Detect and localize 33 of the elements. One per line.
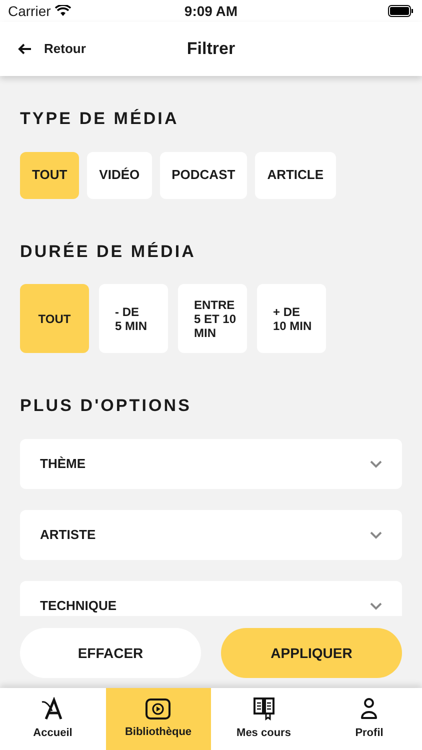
page-title: Filtrer	[186, 38, 236, 60]
battery-icon	[388, 5, 414, 17]
play-icon	[145, 698, 172, 720]
status-time: 9:09 AM	[184, 2, 238, 20]
media-type-chip[interactable]: TOUT	[20, 152, 80, 198]
tab-bar-item[interactable]: Bibliothèque	[106, 688, 211, 750]
dropdown-field[interactable]: TECHNIQUE	[20, 580, 402, 616]
tab-bar-item[interactable]: Profil	[316, 688, 422, 750]
chevron-down-icon	[370, 530, 382, 538]
media-type-chip[interactable]: PODCAST	[160, 152, 248, 198]
back-button[interactable]: Retour	[18, 39, 86, 59]
media-type-chip[interactable]: ARTICLE	[255, 152, 336, 198]
apply-button[interactable]: APPLIQUER	[221, 628, 402, 678]
dropdown-field[interactable]: ARTISTE	[20, 510, 402, 560]
wifi-icon	[54, 5, 71, 17]
chevron-down-icon	[370, 602, 382, 610]
carrier-label: Carrier	[8, 2, 51, 20]
arrow-left-icon	[18, 43, 32, 55]
tab-bar-item[interactable]: Mes cours	[211, 688, 316, 750]
chevron-down-icon	[370, 460, 382, 468]
clear-button[interactable]: EFFACER	[20, 628, 201, 678]
media-type-chip[interactable]: VIDÉO	[87, 152, 152, 198]
duration-chip[interactable]: + DE 10 MIN	[257, 284, 326, 353]
duration-chip[interactable]: ENTRE 5 ET 10 MIN	[178, 284, 247, 353]
section-title: TYPE DE MÉDIA	[20, 108, 180, 130]
section-title: PLUS D'OPTIONS	[20, 395, 192, 417]
person-icon	[359, 696, 380, 721]
duration-chip[interactable]: TOUT	[20, 284, 89, 353]
section-title: DURÉE DE MÉDIA	[20, 240, 197, 262]
duration-chip[interactable]: - DE 5 MIN	[99, 284, 168, 353]
dropdown-field[interactable]: THÈME	[20, 438, 402, 488]
book-icon	[252, 696, 275, 721]
tab-bar-item[interactable]: Accueil	[0, 688, 106, 750]
